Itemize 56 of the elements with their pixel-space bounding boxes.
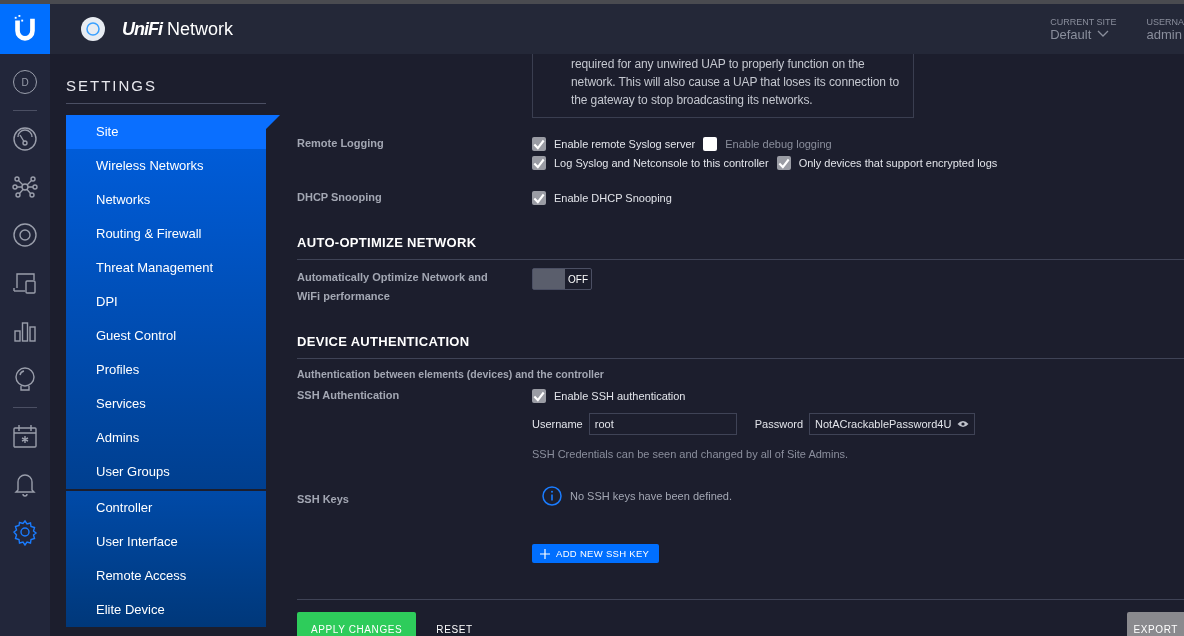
menu-item[interactable]: Remote Access: [66, 559, 266, 593]
checkbox[interactable]: Enable SSH authentication: [532, 388, 686, 403]
settings-icon[interactable]: [11, 518, 39, 546]
ring-icon[interactable]: [11, 221, 39, 249]
checkbox[interactable]: Only devices that support encrypted logs: [776, 155, 998, 170]
menu-item[interactable]: User Groups: [66, 455, 266, 489]
calendar-star-icon[interactable]: [11, 422, 39, 450]
current-site-label: CURRENT SITE: [1050, 16, 1117, 27]
section-heading: DEVICE AUTHENTICATION: [297, 332, 1184, 359]
menu-item[interactable]: Admins: [66, 421, 266, 455]
checkbox[interactable]: Enable remote Syslog server: [532, 136, 696, 151]
section-heading: AUTO-OPTIMIZE NETWORK: [297, 233, 1184, 260]
menu-item[interactable]: Services: [66, 387, 266, 421]
brand-logo[interactable]: [0, 4, 50, 54]
help-text: SSH Credentials can be seen and changed by all of Site Admins.: [532, 448, 850, 460]
menu-item[interactable]: Threat Management: [66, 251, 266, 285]
checkbox[interactable]: Enable debug logging: [703, 136, 832, 151]
network-nodes-icon[interactable]: [11, 173, 39, 201]
field-label: DHCP Snooping: [297, 190, 383, 205]
info-icon: [542, 486, 562, 506]
eye-icon[interactable]: [957, 420, 970, 428]
checkbox[interactable]: Log Syslog and Netconsole to this controller: [532, 155, 769, 170]
field-label: Automatically Optimize Network and WiFi performance: [297, 270, 489, 304]
menu-item[interactable]: DPI: [66, 285, 266, 319]
username-value: admin: [1146, 26, 1182, 42]
chevron-down-icon[interactable]: [1097, 30, 1110, 38]
plus-icon: [540, 548, 550, 559]
settings-title: SETTINGS: [66, 77, 266, 104]
toggle-switch[interactable]: OFF: [532, 268, 592, 290]
menu-item[interactable]: Routing & Firewall: [66, 217, 266, 251]
password-field[interactable]: NotACrackablePassword4U: [809, 413, 976, 435]
menu-item[interactable]: User Interface: [66, 525, 266, 559]
reset-button[interactable]: RESET: [422, 612, 487, 636]
empty-message: No SSH keys have been defined.: [570, 490, 733, 502]
field-label: SSH Keys: [297, 492, 350, 507]
gauge-icon[interactable]: [11, 125, 39, 153]
menu-item[interactable]: Site: [66, 115, 280, 149]
menu-item[interactable]: Networks: [66, 183, 266, 217]
menu-item[interactable]: Wireless Networks: [66, 149, 266, 183]
username-field[interactable]: root: [588, 413, 737, 435]
access-point-icon: [80, 16, 106, 42]
field-label: SSH Authentication: [297, 388, 401, 403]
add-ssh-key-button[interactable]: ADD NEW SSH KEY: [532, 544, 660, 563]
field-label: Remote Logging: [297, 136, 385, 151]
field-label: Username: [532, 418, 583, 430]
checkbox[interactable]: Enable DHCP Snooping: [532, 190, 672, 205]
app-logo: UniFi Network: [122, 18, 233, 40]
menu-item[interactable]: Elite Device: [66, 593, 266, 627]
menu-item[interactable]: Guest Control: [66, 319, 266, 353]
field-label: Password: [754, 418, 804, 430]
menu-item[interactable]: Controller: [66, 491, 266, 525]
menu-item[interactable]: Profiles: [66, 353, 266, 387]
section-description: Authentication between elements (devices) and the controller: [297, 368, 605, 380]
username-label: USERNA: [1146, 16, 1184, 27]
notice-text: required for any unwired UAP to properly function on the network. This will also cause a UAP that loses its connection to the gateway to stop broadcasting its networks.: [532, 54, 914, 118]
site-selector[interactable]: Default: [1050, 26, 1092, 42]
